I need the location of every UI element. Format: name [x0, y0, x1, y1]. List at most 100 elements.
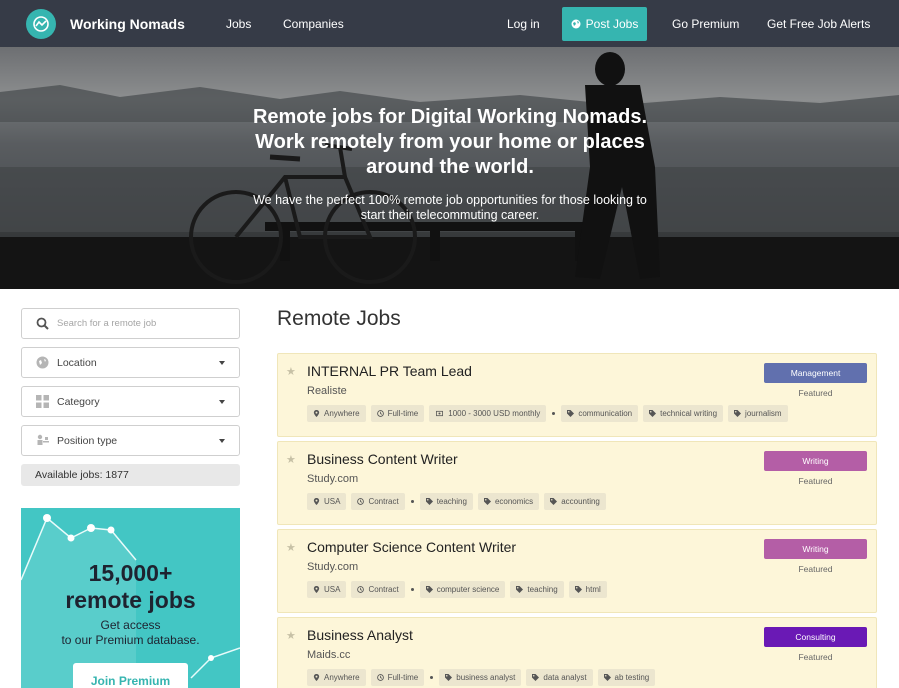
job-card[interactable]: ★ INTERNAL PR Team Lead Realiste Managem…: [277, 353, 877, 437]
nav-premium-link[interactable]: Go Premium: [672, 0, 739, 47]
location-pin-icon: [313, 410, 320, 417]
star-icon[interactable]: ★: [286, 629, 296, 642]
position-type-select[interactable]: Position type: [21, 425, 240, 456]
tag-icon: [567, 410, 575, 417]
clock-icon: [376, 410, 384, 417]
search-input[interactable]: Search for a remote job: [21, 308, 240, 339]
location-label: Location: [57, 356, 97, 369]
globe-icon: [571, 19, 581, 29]
promo-headline: 15,000+ remote jobs: [65, 560, 196, 613]
nav-login-link[interactable]: Log in: [507, 0, 540, 47]
job-meta-tag: Full-time: [370, 669, 425, 686]
logo-icon: [26, 8, 56, 39]
clock-icon: [357, 586, 365, 593]
job-title[interactable]: Business Content Writer: [307, 451, 458, 467]
tag-icon: [603, 674, 611, 681]
job-meta-tag: Contract: [351, 493, 405, 510]
job-title[interactable]: Computer Science Content Writer: [307, 539, 516, 555]
nav-alerts-link[interactable]: Get Free Job Alerts: [767, 0, 870, 47]
job-tags: USA Contract teaching economics accounting: [307, 493, 606, 510]
tag-icon: [483, 498, 491, 505]
job-skill-tag[interactable]: journalism: [728, 405, 788, 422]
category-badge[interactable]: Writing: [764, 539, 867, 559]
join-premium-button[interactable]: Join Premium: [73, 663, 188, 688]
category-select[interactable]: Category: [21, 386, 240, 417]
brand[interactable]: Working Nomads: [26, 8, 185, 39]
clock-icon: [357, 498, 365, 505]
featured-label: Featured: [798, 652, 833, 662]
featured-label: Featured: [798, 564, 833, 574]
job-skill-tag[interactable]: teaching: [419, 493, 473, 510]
person-desk-icon: [35, 434, 49, 448]
job-card[interactable]: ★ Business Content Writer Study.com Writ…: [277, 441, 877, 525]
job-card[interactable]: ★ Computer Science Content Writer Study.…: [277, 529, 877, 613]
tag-icon: [532, 674, 540, 681]
job-skill-tag[interactable]: technical writing: [643, 405, 724, 422]
job-tags: USA Contract computer science teaching html: [307, 581, 607, 598]
company-name[interactable]: Maids.cc: [307, 649, 350, 661]
separator-dot: [430, 676, 434, 679]
post-jobs-label: Post Jobs: [585, 17, 639, 31]
job-skill-tag[interactable]: business analyst: [439, 669, 522, 686]
hero-title: Remote jobs for Digital Working Nomads. …: [252, 106, 648, 178]
promo-text: Get access to our Premium database.: [61, 618, 200, 647]
job-meta-tag: Anywhere: [307, 405, 366, 422]
job-skill-tag[interactable]: accounting: [544, 493, 606, 510]
company-name[interactable]: Study.com: [307, 561, 358, 573]
job-skill-tag[interactable]: html: [568, 581, 607, 598]
location-pin-icon: [313, 498, 320, 505]
location-select[interactable]: Location: [21, 347, 240, 378]
chevron-down-icon: [219, 439, 225, 443]
job-tags: Anywhere Full-time 1000 - 3000 USD monthly…: [307, 405, 788, 422]
separator-dot: [410, 588, 414, 591]
job-skill-tag[interactable]: ab testing: [597, 669, 656, 686]
globe-icon: [35, 356, 49, 370]
location-pin-icon: [313, 586, 320, 593]
category-badge[interactable]: Management: [764, 363, 867, 383]
tag-icon: [425, 498, 433, 505]
tag-icon: [574, 586, 582, 593]
job-skill-tag[interactable]: computer science: [419, 581, 506, 598]
hero-banner: Remote jobs for Digital Working Nomads. …: [0, 47, 899, 289]
job-card[interactable]: ★ Business Analyst Maids.cc Consulting F…: [277, 617, 877, 688]
brand-name: Working Nomads: [70, 15, 185, 32]
nav-jobs-link[interactable]: Jobs: [226, 0, 251, 47]
tag-icon: [425, 586, 433, 593]
featured-label: Featured: [798, 388, 833, 398]
job-skill-tag[interactable]: communication: [561, 405, 639, 422]
chevron-down-icon: [219, 361, 225, 365]
job-skill-tag[interactable]: economics: [477, 493, 540, 510]
job-meta-tag: Anywhere: [307, 669, 366, 686]
post-jobs-button[interactable]: Post Jobs: [562, 7, 647, 41]
hero-subtitle: We have the perfect 100% remote job oppo…: [253, 193, 647, 222]
nav-companies-link[interactable]: Companies: [283, 0, 344, 47]
star-icon[interactable]: ★: [286, 453, 296, 466]
job-tags: Anywhere Full-time business analyst data an…: [307, 669, 656, 686]
company-name[interactable]: Realiste: [307, 385, 347, 397]
tag-icon: [734, 410, 742, 417]
job-meta-tag: Contract: [351, 581, 405, 598]
job-meta-tag: USA: [307, 493, 347, 510]
search-placeholder: Search for a remote job: [57, 318, 157, 329]
tag-icon: [445, 674, 453, 681]
company-name[interactable]: Study.com: [307, 473, 358, 485]
category-badge[interactable]: Consulting: [764, 627, 867, 647]
money-icon: [436, 410, 444, 417]
job-meta-tag: 1000 - 3000 USD monthly: [429, 405, 547, 422]
star-icon[interactable]: ★: [286, 365, 296, 378]
category-badge[interactable]: Writing: [764, 451, 867, 471]
tag-icon: [516, 586, 524, 593]
job-skill-tag[interactable]: teaching: [510, 581, 564, 598]
page-title: Remote Jobs: [277, 307, 401, 330]
star-icon[interactable]: ★: [286, 541, 296, 554]
featured-label: Featured: [798, 476, 833, 486]
chevron-down-icon: [219, 400, 225, 404]
clock-icon: [376, 674, 384, 681]
job-title[interactable]: INTERNAL PR Team Lead: [307, 363, 472, 379]
location-pin-icon: [313, 674, 320, 681]
job-meta-tag: USA: [307, 581, 347, 598]
premium-promo: 15,000+ remote jobs Get access to our Pr…: [21, 508, 240, 688]
job-title[interactable]: Business Analyst: [307, 627, 413, 643]
job-skill-tag[interactable]: data analyst: [526, 669, 593, 686]
grid-icon: [35, 395, 49, 409]
